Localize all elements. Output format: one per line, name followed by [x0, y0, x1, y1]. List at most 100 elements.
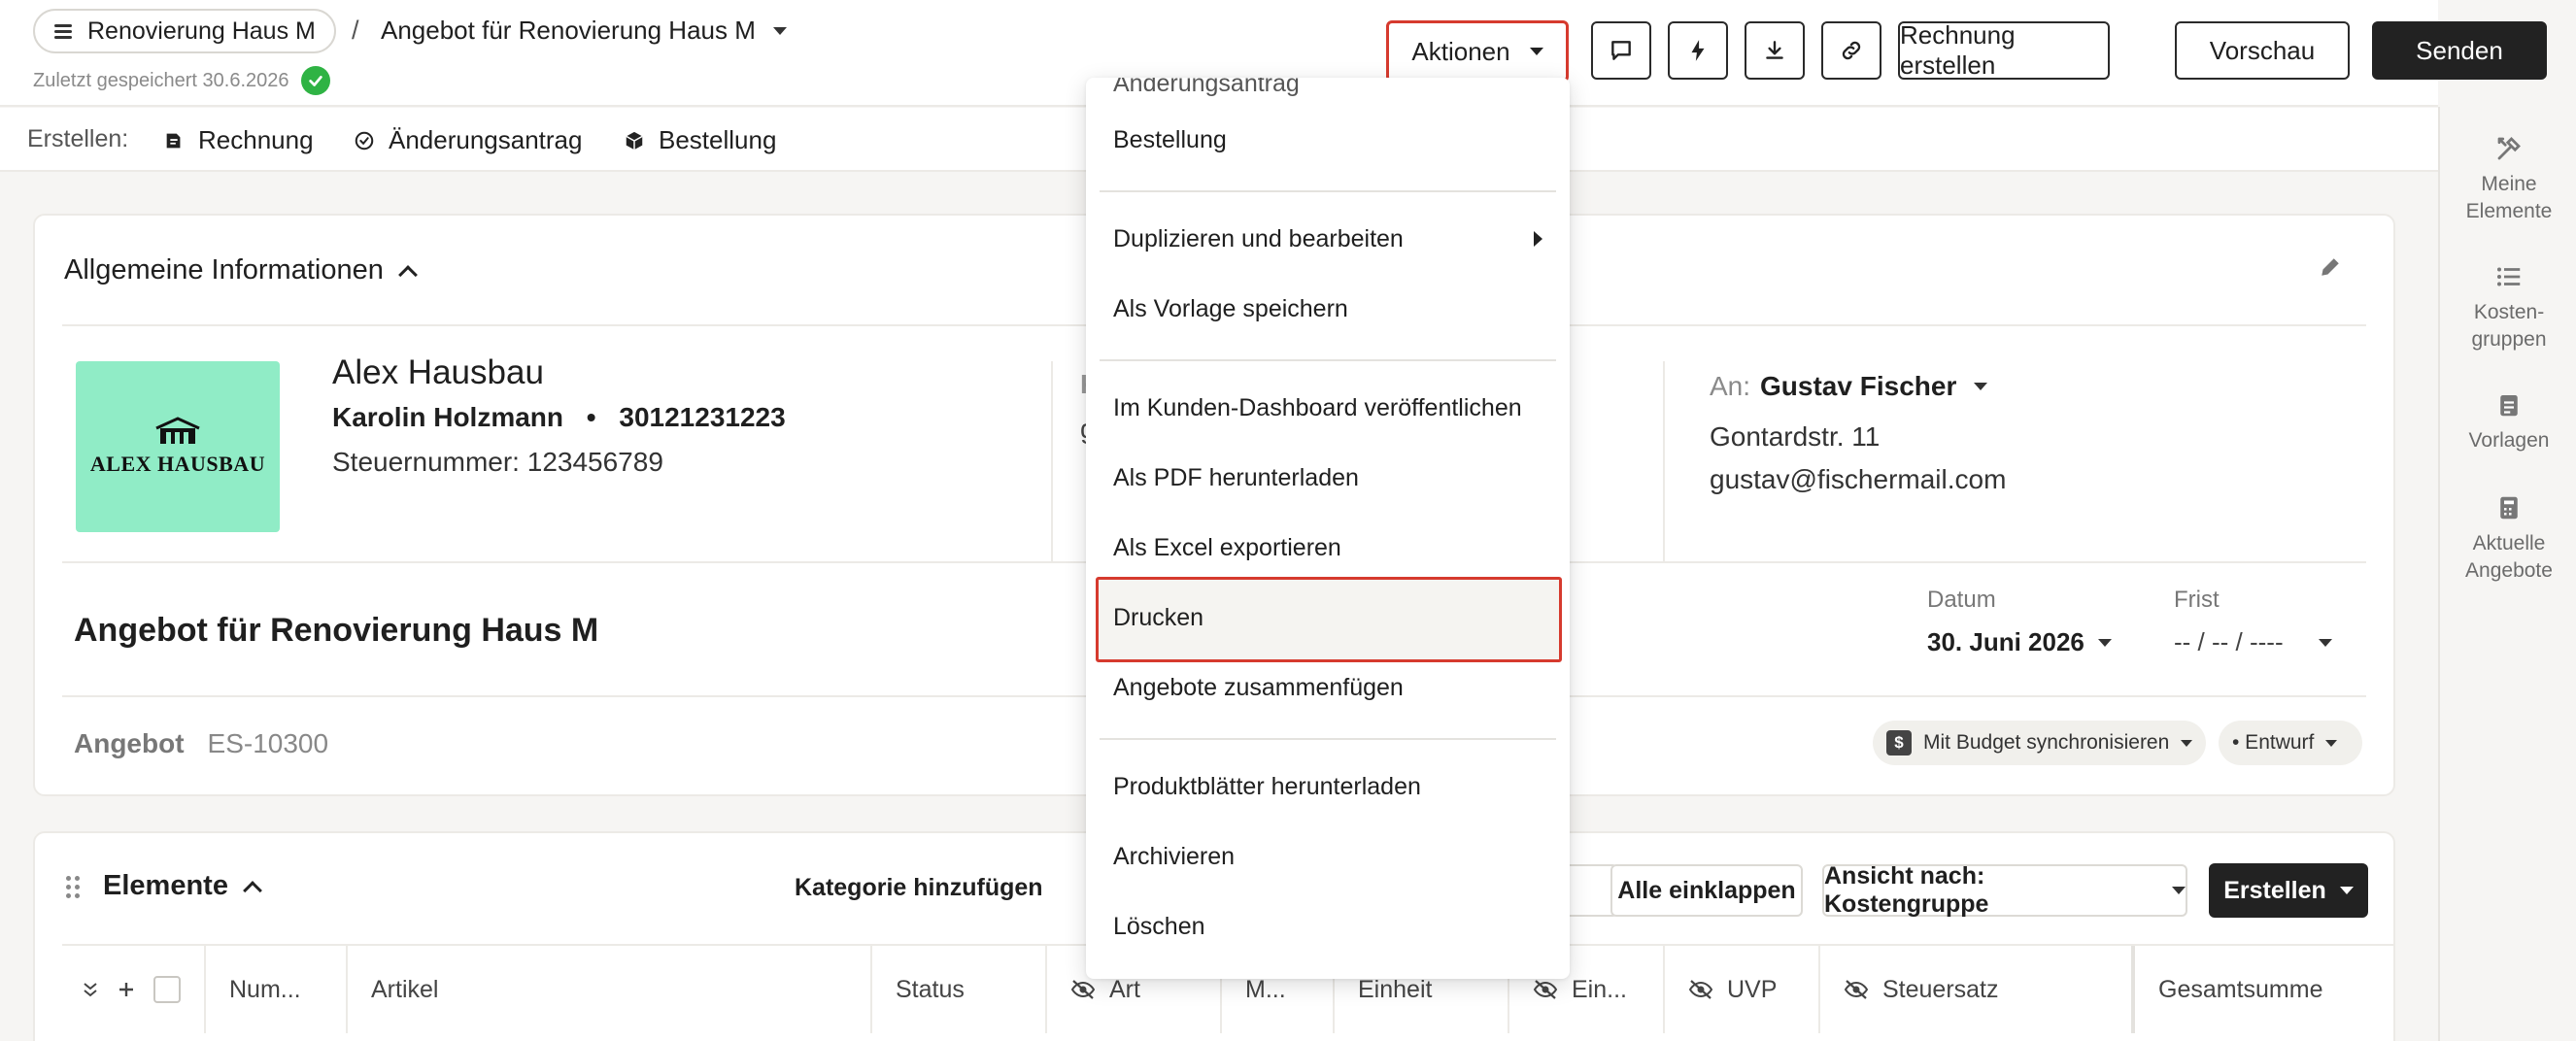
dollar-icon: $ — [1886, 730, 1912, 756]
recipient-dropdown[interactable]: An: Gustav Fischer — [1710, 371, 1988, 402]
menu-item-delete[interactable]: Löschen — [1113, 913, 1542, 941]
date-value: 30. Juni 2026 — [1927, 627, 2085, 656]
menu-item-download-pdf[interactable]: Als PDF herunterladen — [1113, 464, 1542, 492]
download-button[interactable] — [1745, 21, 1805, 80]
quote-number: Angebot ES-10300 — [74, 728, 328, 759]
budget-sync-label: Mit Budget synchronisieren — [1923, 731, 2170, 754]
column-tax-rate-label: Steuersatz — [1882, 975, 1999, 1003]
recipient-address: Gontardstr. 11 — [1710, 421, 1881, 452]
deadline-label: Frist — [2174, 587, 2220, 613]
sidebar-item-label: Aktuelle Angebote — [2465, 532, 2553, 582]
menu-item-print[interactable]: Drucken — [1113, 604, 1542, 632]
sidebar-item-templates[interactable]: Vorlagen — [2440, 390, 2576, 454]
caret-down-icon — [1529, 48, 1543, 55]
recipient-email: gustav@fischermail.com — [1710, 464, 2007, 494]
project-chip[interactable]: Renovierung Haus M — [33, 9, 336, 53]
list-icon — [2497, 267, 2521, 286]
caret-down-icon — [2097, 638, 2112, 647]
general-info-toggle[interactable]: Allgemeine Informationen — [64, 254, 418, 286]
menu-item-duplicate-edit[interactable]: Duplizieren und bearbeiten — [1113, 225, 1542, 253]
chevron-up-icon — [397, 264, 418, 285]
menu-item-archive[interactable]: Archivieren — [1113, 843, 1542, 871]
column-tax-rate[interactable]: Steuersatz — [1818, 946, 2081, 1033]
create-change-request-link[interactable]: Änderungsantrag — [354, 125, 582, 155]
document-title-dropdown[interactable]: Angebot für Renovierung Haus M — [381, 16, 787, 46]
recipient-label: An: — [1710, 371, 1751, 401]
actions-menu: Änderungsantrag Bestellung Duplizieren u… — [1086, 78, 1570, 979]
drag-handle-icon[interactable] — [66, 876, 80, 899]
sidebar-item-my-elements[interactable]: Meine Elemente — [2440, 134, 2576, 225]
logo-text: ALEX HAUSBAU — [89, 452, 266, 476]
automation-button[interactable] — [1668, 21, 1728, 80]
select-all-checkbox[interactable] — [153, 976, 181, 1003]
change-request-icon — [355, 131, 374, 150]
sidebar-item-label: Kosten- gruppen — [2471, 301, 2547, 351]
caret-down-icon — [1974, 383, 1988, 390]
row-controls — [62, 946, 204, 1033]
preview-button[interactable]: Vorschau — [2175, 21, 2350, 80]
column-uvp[interactable]: UVP — [1663, 946, 1818, 1033]
create-change-request-label: Änderungsantrag — [389, 125, 583, 154]
date-picker[interactable]: 30. Juni 2026 — [1927, 627, 2112, 657]
menu-item-export-excel[interactable]: Als Excel exportieren — [1113, 534, 1542, 562]
calculator-icon — [2500, 496, 2518, 520]
menu-item-change-request[interactable]: Änderungsantrag — [1113, 78, 1542, 98]
elements-toggle[interactable]: Elemente — [103, 870, 262, 902]
create-invoice-link[interactable]: Rechnung — [163, 125, 314, 155]
breadcrumb-separator: / — [352, 16, 359, 45]
column-total[interactable]: Gesamtsumme — [2131, 946, 2393, 1033]
comment-icon — [1611, 41, 1631, 60]
send-button[interactable]: Senden — [2372, 21, 2547, 80]
actions-button[interactable]: Aktionen — [1386, 20, 1569, 83]
deadline-value: -- / -- / ---- — [2174, 627, 2284, 656]
deadline-picker[interactable]: -- / -- / ---- — [2174, 627, 2332, 657]
menu-icon — [54, 24, 72, 39]
column-type-label: Art — [1109, 975, 1140, 1003]
menu-item-publish-dashboard[interactable]: Im Kunden-Dashboard veröffentlichen — [1113, 394, 1542, 422]
expand-all-icon[interactable] — [82, 981, 99, 998]
saved-status: Zuletzt gespeichert 30.6.2026 — [33, 66, 330, 95]
create-element-label: Erstellen — [2223, 876, 2326, 904]
add-category-button[interactable]: Kategorie hinzufügen — [795, 874, 1043, 902]
menu-item-save-template[interactable]: Als Vorlage speichern — [1113, 295, 1542, 323]
sidebar-item-label: Meine Elemente — [2465, 173, 2553, 222]
sidebar-item-current-quotes[interactable]: Aktuelle Angebote — [2440, 493, 2576, 585]
menu-item-label: Duplizieren und bearbeiten — [1113, 225, 1404, 252]
contact-name: Karolin Holzmann — [332, 402, 564, 432]
saved-text: Zuletzt gespeichert 30.6.2026 — [33, 69, 289, 91]
copy-link-button[interactable] — [1821, 21, 1881, 80]
menu-item-merge-quotes[interactable]: Angebote zusammenfügen — [1113, 674, 1542, 702]
add-row-icon[interactable] — [117, 980, 136, 999]
column-number[interactable]: Num... — [204, 946, 346, 1033]
divider — [1663, 361, 1665, 561]
quote-number-value: ES-10300 — [207, 728, 329, 758]
column-status[interactable]: Status — [870, 946, 1045, 1033]
create-order-link[interactable]: Bestellung — [624, 125, 776, 155]
tools-icon — [2497, 137, 2521, 160]
quote-kind-label: Angebot — [74, 728, 185, 758]
column-article[interactable]: Artikel — [346, 946, 870, 1033]
pencil-icon[interactable] — [2316, 252, 2345, 282]
sidebar-item-cost-groups[interactable]: Kosten- gruppen — [2440, 262, 2576, 353]
download-icon — [1766, 41, 1783, 59]
status-dropdown[interactable]: • Entwurf — [2219, 721, 2362, 765]
collapse-all-button[interactable]: Alle einklappen — [1610, 864, 1803, 917]
project-name: Renovierung Haus M — [87, 17, 316, 45]
budget-sync-button[interactable]: $ Mit Budget synchronisieren — [1873, 721, 2207, 765]
create-invoice-button[interactable]: Rechnung erstellen — [1898, 20, 2110, 80]
date-label: Datum — [1927, 587, 1996, 613]
sidebar-item-label: Vorlagen — [2468, 429, 2550, 452]
box-icon — [626, 131, 643, 150]
menu-divider — [1100, 190, 1556, 192]
chevron-up-icon — [243, 880, 262, 900]
quote-title[interactable]: Angebot für Renovierung Haus M — [74, 612, 598, 650]
menu-item-download-product-sheets[interactable]: Produktblätter herunterladen — [1113, 773, 1542, 801]
menu-item-order[interactable]: Bestellung — [1113, 126, 1542, 154]
comment-button[interactable] — [1591, 21, 1651, 80]
column-uvp-label: UVP — [1727, 975, 1778, 1003]
house-logo-icon — [155, 417, 200, 444]
clipboard-icon — [2500, 395, 2518, 417]
view-by-dropdown[interactable]: Ansicht nach: Kostengruppe — [1822, 862, 2187, 918]
create-element-button[interactable]: Erstellen — [2209, 863, 2368, 918]
submenu-arrow-icon — [1534, 231, 1542, 247]
